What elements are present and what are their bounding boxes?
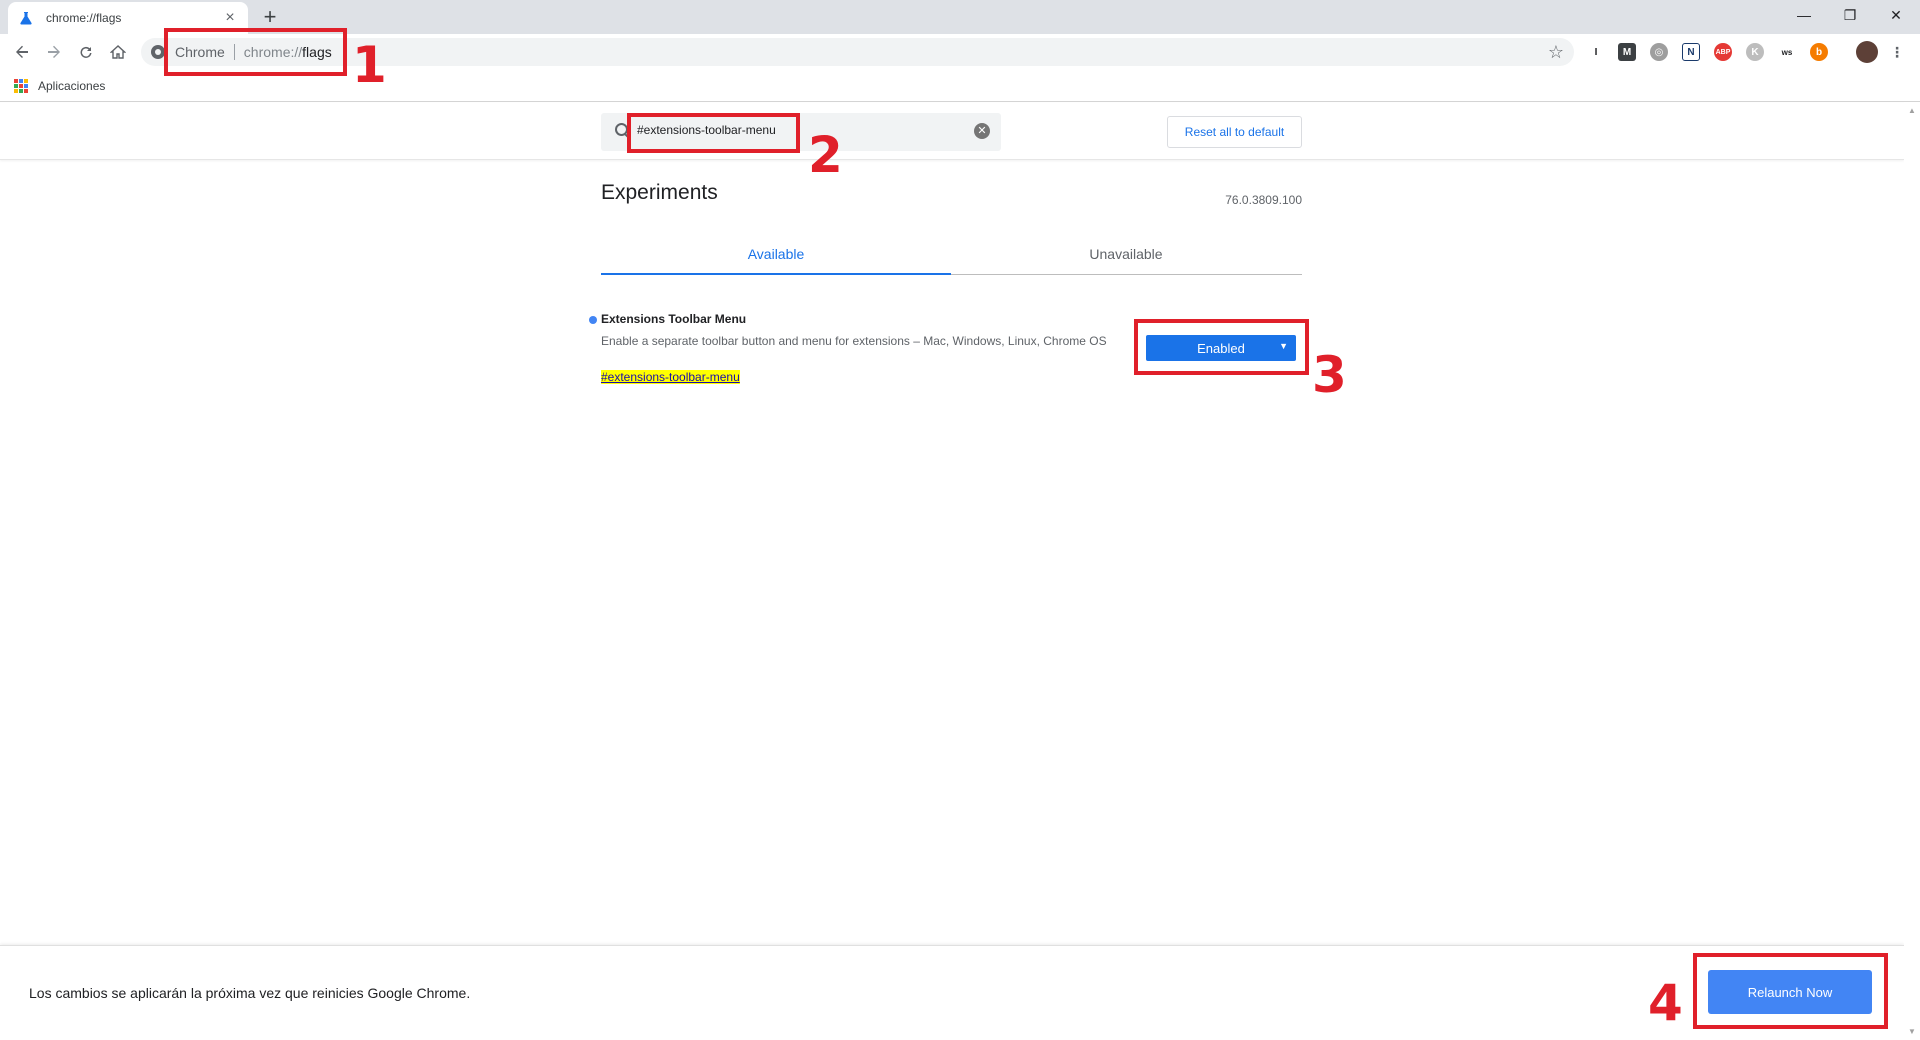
menu-kebab-icon[interactable]: ⋮: [1888, 43, 1906, 61]
annotation-number-2: 2: [808, 126, 843, 184]
bookmark-star-icon[interactable]: ☆: [1546, 42, 1566, 62]
page-title: Experiments: [601, 181, 718, 204]
annotation-number-1: 1: [352, 36, 387, 94]
home-button[interactable]: [104, 38, 132, 66]
back-arrow-icon: [16, 45, 28, 58]
flag-description: Enable a separate toolbar button and men…: [601, 334, 1107, 348]
flags-tabs: Available Unavailable: [601, 232, 1302, 275]
forward-button[interactable]: [40, 38, 68, 66]
extension-m-icon[interactable]: M: [1618, 43, 1636, 61]
forward-arrow-icon: [48, 45, 60, 58]
new-tab-button[interactable]: +: [258, 6, 282, 30]
annotation-number-4: 4: [1648, 974, 1683, 1032]
flag-anchor-link[interactable]: #extensions-toolbar-menu: [601, 370, 740, 384]
extension-i-icon[interactable]: I: [1587, 43, 1605, 61]
home-icon: [110, 45, 126, 59]
restore-button[interactable]: ❐: [1827, 0, 1873, 30]
active-tab-indicator: [601, 273, 951, 275]
clear-search-icon[interactable]: ✕: [974, 123, 990, 139]
annotation-box-4: [1693, 953, 1888, 1029]
extension-n-icon[interactable]: N: [1682, 43, 1700, 61]
tab-unavailable[interactable]: Unavailable: [951, 232, 1301, 275]
adblock-icon[interactable]: ABP: [1714, 43, 1732, 61]
flag-name: Extensions Toolbar Menu: [601, 312, 747, 326]
back-button[interactable]: [8, 38, 36, 66]
reset-all-button[interactable]: Reset all to default: [1167, 116, 1302, 148]
apps-shortcut[interactable]: Aplicaciones: [14, 79, 105, 93]
annotation-box-1: [164, 28, 347, 76]
tab-close-icon[interactable]: ×: [222, 10, 238, 26]
minimize-button[interactable]: —: [1781, 0, 1827, 30]
annotation-box-2: [627, 113, 800, 153]
extension-ws-icon[interactable]: ws: [1778, 43, 1796, 61]
relaunch-message: Los cambios se aplicarán la próxima vez …: [29, 985, 471, 1001]
scroll-down-icon[interactable]: ▼: [1908, 1027, 1916, 1036]
chrome-page-icon: [151, 45, 165, 59]
extension-k-icon[interactable]: K: [1746, 43, 1764, 61]
close-window-button[interactable]: ✕: [1873, 0, 1919, 30]
annotation-number-3: 3: [1312, 346, 1347, 404]
extension-globe-icon[interactable]: ◎: [1650, 43, 1668, 61]
flask-icon: [18, 10, 34, 26]
modified-flag-dot: [589, 316, 597, 324]
page-scrollbar[interactable]: ▲ ▼: [1904, 103, 1920, 1040]
reload-icon: [80, 46, 92, 58]
reload-button[interactable]: [72, 38, 100, 66]
extension-b-icon[interactable]: b: [1810, 43, 1828, 61]
annotation-box-3: [1134, 319, 1309, 375]
apps-label: Aplicaciones: [38, 79, 106, 93]
tab-title: chrome://flags: [46, 11, 122, 25]
version-label: 76.0.3809.100: [1225, 193, 1302, 207]
scroll-up-icon[interactable]: ▲: [1908, 106, 1916, 115]
tab-available[interactable]: Available: [601, 232, 951, 275]
profile-avatar[interactable]: [1856, 41, 1878, 63]
apps-grid-icon: [14, 79, 28, 93]
